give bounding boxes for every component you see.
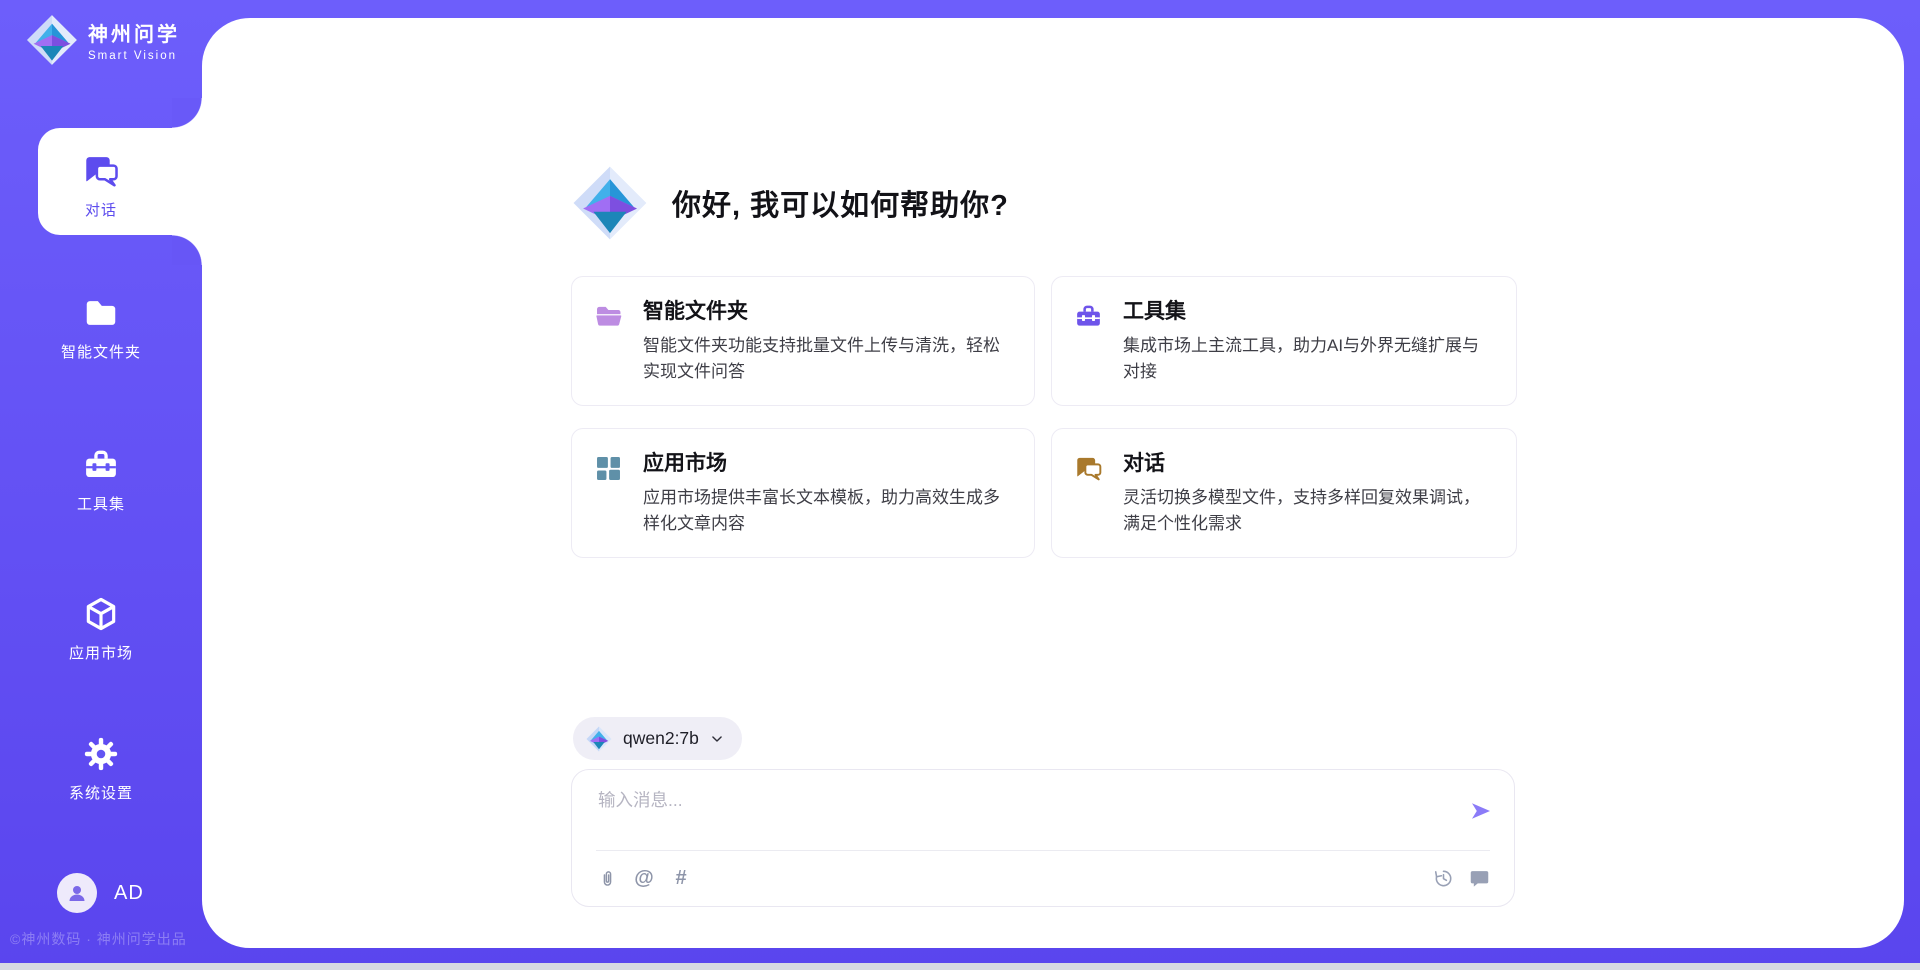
brand-diamond-icon (26, 14, 78, 66)
hashtag-icon[interactable]: # (670, 866, 692, 890)
sidebar-item-toolset[interactable]: 工具集 (0, 446, 202, 514)
avatar (57, 873, 97, 913)
composer-divider (596, 850, 1490, 851)
card-description: 智能文件夹功能支持批量文件上传与清洗，轻松实现文件问答 (643, 333, 1008, 385)
card-title: 应用市场 (643, 452, 1008, 476)
greeting: 你好, 我可以如何帮助你? (572, 165, 1009, 241)
history-icon[interactable] (1432, 866, 1454, 890)
message-input[interactable] (596, 786, 1440, 846)
card-title: 对话 (1123, 452, 1490, 476)
sidebar-item-app-market[interactable]: 应用市场 (0, 595, 202, 663)
active-tab-fillet-top (172, 98, 202, 128)
main-panel: 你好, 我可以如何帮助你? 智能文件夹 智能文件夹功能支持批量文件上传与清洗，轻… (202, 18, 1904, 948)
card-toolset[interactable]: 工具集 集成市场上主流工具，助力AI与外界无缝扩展与对接 (1051, 276, 1517, 406)
toolbox-icon (1074, 302, 1103, 331)
sidebar-item-smart-folder[interactable]: 智能文件夹 (0, 294, 202, 362)
copyright-footer: ©神州数码 · 神州问学出品 (10, 929, 187, 949)
user-profile[interactable]: AD (57, 873, 144, 913)
card-title: 工具集 (1123, 300, 1490, 324)
sidebar: 神州问学 Smart Vision 对话 智能文件夹 工具集 (0, 0, 202, 970)
cube-icon (82, 595, 120, 633)
sidebar-item-label: 应用市场 (69, 642, 133, 663)
greeting-text: 你好, 我可以如何帮助你? (672, 182, 1009, 224)
brand-subtitle: Smart Vision (88, 50, 180, 62)
message-bubble-icon[interactable] (1468, 866, 1490, 890)
model-selector[interactable]: qwen2:7b (573, 717, 742, 760)
sidebar-item-settings[interactable]: 系统设置 (0, 735, 202, 803)
feature-cards: 智能文件夹 智能文件夹功能支持批量文件上传与清洗，轻松实现文件问答 工具集 集成… (571, 276, 1517, 558)
card-smart-folder[interactable]: 智能文件夹 智能文件夹功能支持批量文件上传与清洗，轻松实现文件问答 (571, 276, 1035, 406)
user-icon (65, 881, 89, 905)
user-name: AD (114, 882, 144, 905)
sidebar-item-chat[interactable]: 对话 (0, 152, 202, 220)
brand-title: 神州问学 (88, 18, 180, 47)
card-description: 应用市场提供丰富长文本模板，助力高效生成多样化文章内容 (643, 485, 1008, 537)
sidebar-item-label: 对话 (85, 199, 117, 220)
mention-icon[interactable]: @ (633, 866, 655, 890)
composer-right-tools (1432, 866, 1490, 890)
assistant-diamond-icon (572, 165, 648, 241)
sidebar-item-label: 系统设置 (69, 782, 133, 803)
card-description: 灵活切换多模型文件，支持多样回复效果调试，满足个性化需求 (1123, 485, 1490, 537)
card-app-market[interactable]: 应用市场 应用市场提供丰富长文本模板，助力高效生成多样化文章内容 (571, 428, 1035, 558)
open-folder-icon (594, 302, 623, 331)
attachment-icon[interactable] (596, 866, 618, 890)
model-diamond-icon (586, 726, 612, 752)
model-name: qwen2:7b (623, 728, 699, 749)
apps-grid-icon (594, 454, 623, 483)
card-title: 智能文件夹 (643, 300, 1008, 324)
card-chat[interactable]: 对话 灵活切换多模型文件，支持多样回复效果调试，满足个性化需求 (1051, 428, 1517, 558)
gear-icon (82, 735, 120, 773)
window-bottom-edge (0, 963, 1920, 970)
send-icon[interactable] (1469, 799, 1493, 823)
chat-bubbles-icon (82, 152, 120, 190)
chevron-down-icon (710, 732, 724, 746)
folder-icon (82, 294, 120, 332)
message-composer: @ # (571, 769, 1515, 907)
brand-text: 神州问学 Smart Vision (88, 18, 180, 62)
brand: 神州问学 Smart Vision (26, 14, 180, 66)
sidebar-item-label: 智能文件夹 (61, 341, 141, 362)
sidebar-item-label: 工具集 (77, 493, 125, 514)
composer-tools: @ # (596, 866, 692, 890)
toolbox-icon (82, 446, 120, 484)
active-tab-fillet-bottom (172, 235, 202, 265)
chat-bubbles-icon (1074, 454, 1103, 483)
card-description: 集成市场上主流工具，助力AI与外界无缝扩展与对接 (1123, 333, 1490, 385)
